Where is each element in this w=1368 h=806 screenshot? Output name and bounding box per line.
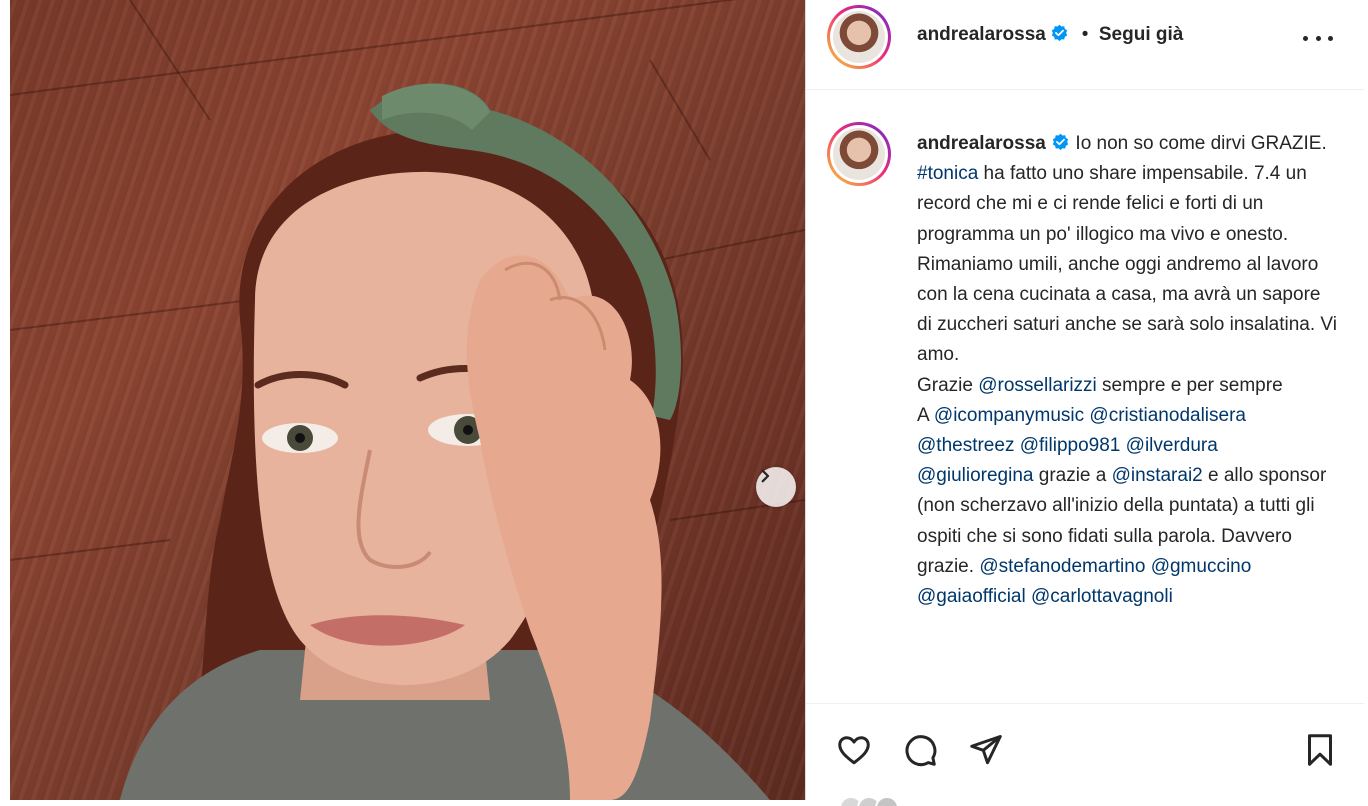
mention-link[interactable]: @icompanymusic — [934, 405, 1084, 426]
mention-link[interactable]: @stefanodemartino — [979, 556, 1145, 577]
more-dot — [1315, 35, 1321, 41]
heart-icon[interactable] — [836, 732, 872, 768]
header-separator: • — [1081, 24, 1089, 45]
mention-link[interactable]: @carlottavagnoli — [1031, 586, 1173, 607]
caption-text-part: grazie a — [1033, 465, 1112, 487]
avatar-frame — [830, 125, 888, 183]
liked-by-avatars — [839, 796, 899, 806]
mention-link[interactable]: @giulioregina — [917, 465, 1033, 486]
send-icon[interactable] — [968, 732, 1004, 768]
hashtag-link[interactable]: #tonica — [917, 163, 978, 184]
caption-paragraph-main: andrealarossa Io non so come dirvi GRAZI… — [917, 129, 1337, 371]
post-header: andrealarossa • Segui già — [806, 0, 1364, 90]
chevron-right-icon — [761, 469, 770, 483]
mention-link[interactable]: @filippo981 — [1020, 435, 1121, 456]
caption-text-part: A — [917, 404, 934, 426]
caption-paragraph-credits: A @icompanymusic @cristianodalisera @the… — [917, 401, 1337, 612]
caption-area: andrealarossa Io non so come dirvi GRAZI… — [806, 90, 1364, 702]
caption-text-part: Grazie — [917, 374, 979, 396]
post-side-panel: andrealarossa • Segui già andrealarossa … — [805, 0, 1364, 806]
next-photo-button[interactable] — [756, 467, 796, 507]
verified-badge-icon — [1052, 24, 1068, 41]
photo-illustration — [10, 0, 805, 800]
comment-icon[interactable] — [902, 732, 938, 768]
caption-username[interactable]: andrealarossa — [917, 133, 1046, 154]
header-info: andrealarossa • Segui già — [917, 24, 1183, 46]
caption-text-part: ha fatto uno share impensabile. 7.4 un r… — [917, 163, 1337, 366]
more-dot — [1328, 35, 1333, 41]
caption-paragraph-thanks: Grazie @rossellarizzi sempre e per sempr… — [917, 371, 1337, 401]
verified-badge-icon — [1052, 133, 1069, 150]
mention-link[interactable]: @gmuccino — [1151, 556, 1252, 577]
caption-text-part: Io non so come dirvi GRAZIE. — [1075, 133, 1327, 154]
following-button[interactable]: Segui già — [1099, 24, 1183, 45]
mention-link[interactable]: @ilverdura — [1126, 435, 1218, 456]
caption-avatar[interactable] — [827, 122, 891, 186]
mention-link[interactable]: @cristianodalisera — [1089, 405, 1246, 426]
mention-link[interactable]: @rossellarizzi — [978, 375, 1097, 396]
avatar[interactable] — [827, 5, 891, 69]
mention-link[interactable]: @instarai2 — [1112, 465, 1203, 486]
caption-text: andrealarossa Io non so come dirvi GRAZI… — [917, 129, 1337, 612]
header-username[interactable]: andrealarossa — [917, 24, 1046, 45]
mention-link[interactable]: @thestreez — [917, 435, 1014, 456]
mention-link[interactable]: @gaiaofficial — [917, 586, 1026, 607]
avatar-image — [833, 128, 885, 180]
more-dot — [1303, 35, 1308, 41]
bookmark-icon[interactable] — [1302, 732, 1338, 768]
post-actions — [806, 703, 1364, 806]
caption-text-part: sempre e per sempre — [1096, 374, 1283, 396]
more-options-icon[interactable] — [1303, 26, 1333, 50]
avatar-frame — [830, 8, 888, 66]
avatar-image — [833, 11, 885, 63]
post-photo[interactable] — [10, 0, 805, 800]
